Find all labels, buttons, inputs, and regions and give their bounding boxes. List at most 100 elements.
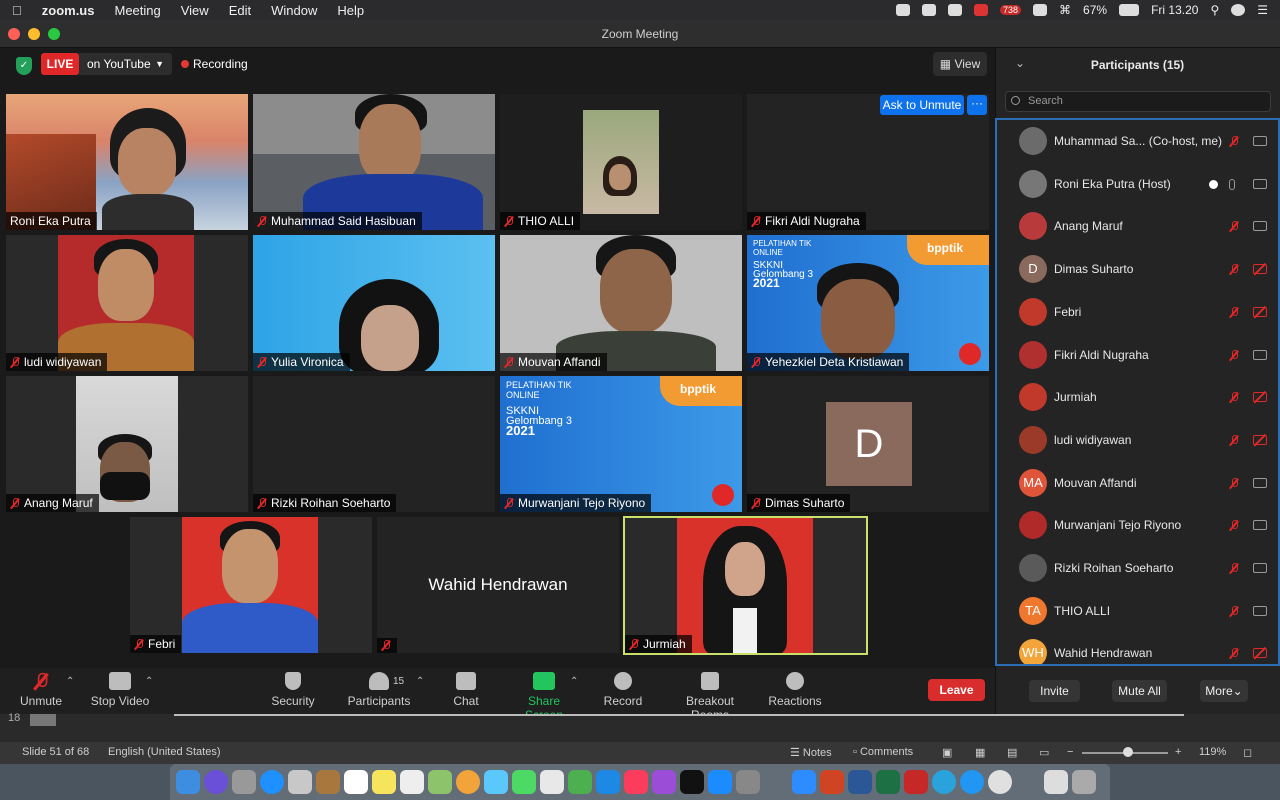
news-icon[interactable] — [540, 770, 564, 794]
participants-options-caret[interactable]: ⌃ — [416, 676, 424, 687]
photo-booth-icon[interactable] — [288, 770, 312, 794]
leave-button[interactable]: Leave — [928, 679, 985, 701]
video-tile[interactable]: bpptik PELATIHAN TIK ONLINE SKKNI Gelomb… — [500, 376, 742, 512]
word-icon[interactable] — [848, 770, 872, 794]
participant-row[interactable]: D Dimas Suharto — [997, 248, 1278, 290]
mic-muted-icon[interactable] — [1229, 305, 1239, 323]
facetime-icon[interactable] — [512, 770, 536, 794]
mic-muted-icon[interactable] — [1229, 390, 1239, 408]
control-center-icon[interactable]: ☰ — [1257, 3, 1268, 17]
video-tile[interactable]: THIO ALLI — [500, 94, 742, 230]
mic-muted-icon[interactable] — [1229, 518, 1239, 536]
siri-icon[interactable] — [1231, 4, 1246, 16]
normal-view-icon[interactable]: ▣ — [942, 746, 952, 759]
minimize-window-button[interactable] — [28, 28, 40, 40]
camera-off-icon[interactable] — [1253, 648, 1267, 659]
ask-to-unmute-button[interactable]: Ask to Unmute — [880, 95, 964, 115]
numbers-icon[interactable] — [568, 770, 592, 794]
tile-more-button[interactable]: ··· — [967, 95, 987, 115]
video-tile[interactable]: Roni Eka Putra — [6, 94, 248, 230]
zoom-level[interactable]: 119% — [1199, 746, 1226, 758]
mic-muted-icon[interactable] — [1229, 604, 1239, 622]
camera-off-icon[interactable] — [1253, 392, 1267, 403]
app-store-icon[interactable] — [708, 770, 732, 794]
menu-help[interactable]: Help — [337, 3, 364, 18]
view-button[interactable]: ▦ View — [933, 52, 987, 76]
browser-icon[interactable] — [960, 770, 984, 794]
mute-all-button[interactable]: Mute All — [1112, 680, 1167, 702]
stop-video-button[interactable]: Stop Video — [88, 672, 152, 708]
mendeley-icon[interactable] — [904, 770, 928, 794]
mic-icon[interactable] — [1229, 177, 1235, 195]
participant-row[interactable]: Fikri Aldi Nugraha — [997, 334, 1278, 376]
wifi-icon[interactable]: ⌘ — [1059, 3, 1071, 17]
participant-row[interactable]: Murwanjani Tejo Riyono — [997, 504, 1278, 546]
keynote-icon[interactable] — [596, 770, 620, 794]
mic-muted-icon[interactable] — [1229, 134, 1239, 152]
participant-row[interactable]: WH Wahid Hendrawan — [997, 632, 1278, 664]
mic-muted-icon[interactable] — [1229, 348, 1239, 366]
camera-off-icon[interactable] — [1253, 434, 1267, 445]
camera-icon[interactable] — [1253, 563, 1267, 573]
more-options-button[interactable]: More⌄ — [1200, 680, 1248, 702]
reading-view-icon[interactable]: ▤ — [1007, 746, 1017, 759]
podcasts-icon[interactable] — [652, 770, 676, 794]
battery-icon[interactable] — [1119, 4, 1140, 16]
participant-row[interactable]: TA THIO ALLI — [997, 590, 1278, 632]
chrome-icon[interactable] — [988, 770, 1012, 794]
mic-muted-icon[interactable] — [1229, 219, 1239, 237]
participant-search-input[interactable]: Search — [1005, 91, 1271, 112]
camera-icon[interactable] — [1253, 136, 1267, 146]
video-tile[interactable]: Rizki Roihan Soeharto — [253, 376, 495, 512]
calendar-icon[interactable] — [344, 770, 368, 794]
zoom-slider-thumb[interactable] — [1123, 747, 1133, 757]
zoom-status-icon[interactable] — [896, 4, 911, 16]
system-preferences-icon[interactable] — [736, 770, 760, 794]
participant-list[interactable]: Muhammad Sa... (Co-host, me) Roni Eka Put… — [995, 118, 1280, 666]
camera-icon[interactable] — [1253, 520, 1267, 531]
notes-icon[interactable] — [372, 770, 396, 794]
mic-muted-icon[interactable] — [1229, 476, 1239, 494]
close-window-button[interactable] — [8, 28, 20, 40]
siri-icon[interactable] — [204, 770, 228, 794]
menu-window[interactable]: Window — [271, 3, 317, 18]
video-tile[interactable]: Muhammad Said Hasibuan — [253, 94, 495, 230]
participant-row[interactable]: ludi widiyawan — [997, 419, 1278, 461]
camera-icon[interactable] — [1253, 605, 1267, 616]
security-shield-icon[interactable]: ✓ — [16, 57, 32, 75]
apple-tv-icon[interactable] — [680, 770, 704, 794]
mic-muted-icon[interactable] — [1229, 433, 1239, 451]
participant-row[interactable]: Febri — [997, 291, 1278, 333]
live-stream-dropdown[interactable]: on YouTube ▼ — [79, 53, 172, 75]
video-tile[interactable]: Yulia Vironica — [253, 235, 495, 371]
menu-view[interactable]: View — [181, 3, 209, 18]
camera-icon[interactable] — [1253, 221, 1267, 232]
video-tile[interactable]: ludi widiyawan — [6, 235, 248, 371]
participant-row[interactable]: Rizki Roihan Soeharto — [997, 547, 1278, 589]
participant-row[interactable]: Muhammad Sa... (Co-host, me) — [997, 120, 1278, 162]
powerpoint-icon[interactable] — [820, 770, 844, 794]
clock[interactable]: Fri 13.20 — [1151, 3, 1198, 17]
slide-sorter-icon[interactable]: ▦ — [975, 746, 985, 759]
downloads-stack-icon[interactable] — [1044, 770, 1068, 794]
finder-icon[interactable] — [176, 770, 200, 794]
unmute-button[interactable]: Unmute — [18, 672, 64, 708]
display-icon[interactable] — [948, 4, 963, 16]
fit-slide-icon[interactable]: ◻ — [1243, 746, 1252, 759]
record-button[interactable]: Record — [602, 672, 644, 708]
video-tile[interactable]: Wahid Hendrawan — [377, 517, 619, 653]
messages-icon[interactable] — [484, 770, 508, 794]
launchpad-icon[interactable] — [232, 770, 256, 794]
camera-off-icon[interactable] — [1253, 306, 1267, 317]
comments-button[interactable]: ▫ Comments — [853, 746, 913, 758]
reactions-button[interactable]: Reactions — [767, 672, 823, 708]
security-button[interactable]: Security — [268, 672, 318, 708]
recording-indicator[interactable]: Recording — [181, 57, 248, 71]
camera-off-icon[interactable] — [1253, 264, 1267, 275]
trash-icon[interactable] — [1072, 770, 1096, 794]
invite-button[interactable]: Invite — [1029, 680, 1080, 702]
video-tile[interactable]: Febri — [130, 517, 372, 653]
video-options-caret[interactable]: ⌃ — [145, 676, 153, 687]
chat-button[interactable]: Chat — [448, 672, 484, 708]
bluetooth-icon[interactable] — [1033, 4, 1048, 16]
